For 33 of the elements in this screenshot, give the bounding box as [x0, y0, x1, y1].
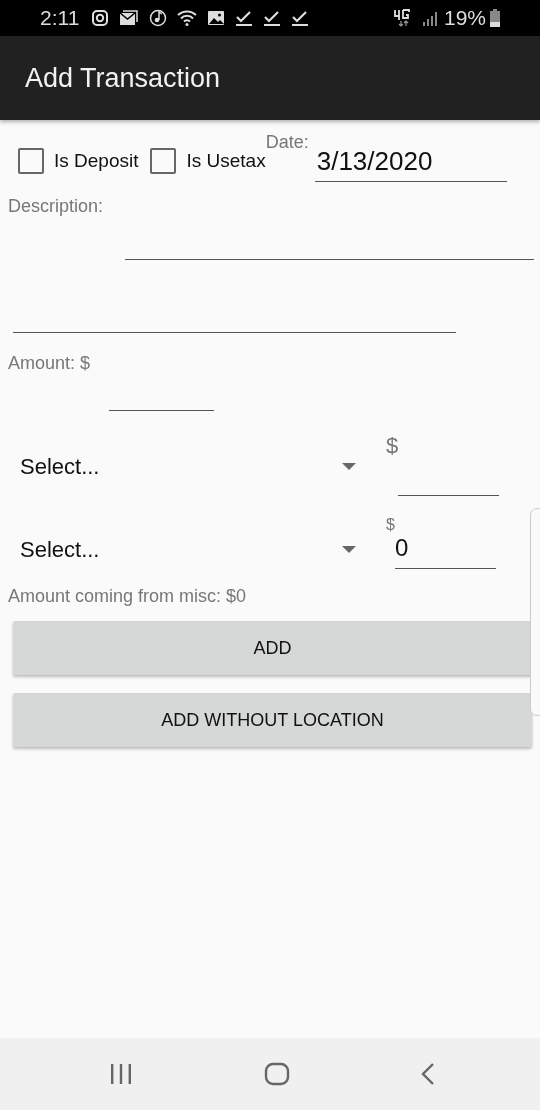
category-dropdown[interactable]: Select...: [20, 528, 356, 572]
download-check-icon: [235, 9, 254, 27]
dropdown-arrow-icon: [342, 546, 356, 554]
misc-amount-text: Amount coming from misc: $0: [8, 586, 248, 607]
date-field[interactable]: 3/13/2020: [314, 144, 507, 182]
status-time: 2:11: [40, 6, 80, 30]
battery-percent: 19%: [443, 6, 486, 30]
back-icon[interactable]: [420, 1062, 436, 1086]
category-dropdown[interactable]: Select...: [20, 445, 356, 489]
checkbox-option[interactable]: Is Usetax: [150, 148, 266, 174]
recent-apps-icon[interactable]: [109, 1063, 133, 1085]
checkbox-option[interactable]: Is Deposit: [18, 148, 139, 174]
download-check-icon: [291, 9, 310, 27]
description-label: Description:: [8, 196, 105, 217]
dropdown-arrow-icon: [342, 463, 356, 471]
scroll-handle[interactable]: [530, 508, 540, 716]
wifi-icon: [177, 9, 198, 27]
home-icon[interactable]: [263, 1062, 290, 1086]
currency-label: $: [386, 433, 399, 459]
add-button[interactable]: ADD WITHOUT LOCATION: [13, 693, 532, 747]
music-icon: [149, 9, 168, 27]
download-check-icon: [263, 9, 282, 27]
mail-icon: [119, 9, 140, 27]
camera-icon: [91, 9, 110, 27]
image-icon: [207, 9, 226, 27]
battery-icon: [490, 9, 500, 27]
date-label: Date:: [265, 132, 309, 153]
amount-label: Amount: $: [8, 353, 92, 374]
screen-title: Add Transaction: [25, 62, 221, 94]
add-button[interactable]: ADD: [13, 621, 532, 675]
amount-field[interactable]: 0: [394, 530, 496, 569]
signal-icon: [421, 9, 440, 27]
currency-label: $: [386, 516, 395, 534]
